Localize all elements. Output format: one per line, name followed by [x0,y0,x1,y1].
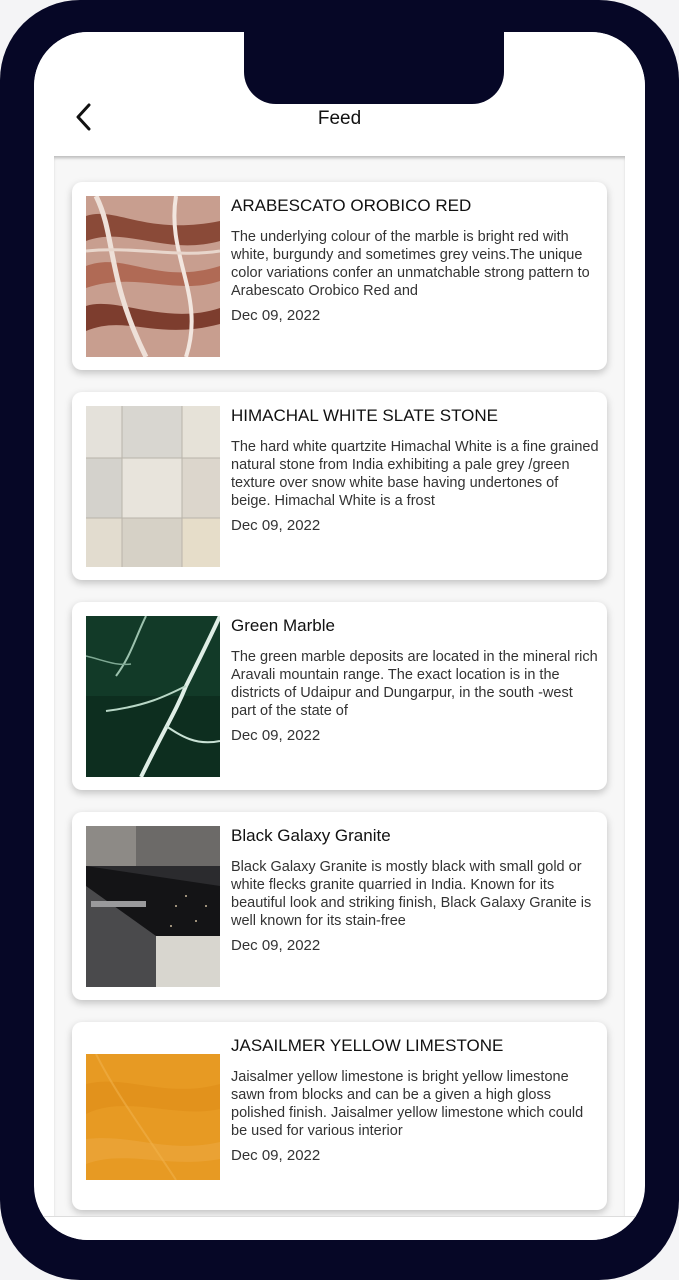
device-notch [244,32,504,104]
card-description: The green marble deposits are located in… [231,649,598,719]
card-title: HIMACHAL WHITE SLATE STONE [231,406,499,425]
card-title: JASAILMER YELLOW LIMESTONE [231,1036,504,1055]
card-description: Jaisalmer yellow limestone is bright yel… [231,1069,584,1139]
stone-image [86,826,220,987]
bottom-bar [34,1216,645,1240]
card-date: Dec 09, 2022 [231,727,321,744]
feed-card[interactable]: JASAILMER YELLOW LIMESTONE Jaisalmer yel… [72,1022,607,1210]
card-date: Dec 09, 2022 [231,1147,321,1164]
page-title: Feed [317,108,362,129]
stone-image [86,196,220,357]
stone-image [86,1054,220,1180]
card-title: ARABESCATO OROBICO RED [231,196,472,215]
card-description: Black Galaxy Granite is mostly black wit… [231,859,592,929]
card-title: Black Galaxy Granite [231,826,391,845]
feed-list[interactable]: ARABESCATO OROBICO RED The underlying co… [54,156,625,1216]
card-date: Dec 09, 2022 [231,937,321,954]
stone-image [86,406,220,567]
stone-image [86,616,220,777]
card-description: The underlying colour of the marble is b… [231,229,590,299]
feed-card[interactable]: Green Marble The green marble deposits a… [72,602,607,790]
phone-frame: Feed ARABESCATO OROBICO RED The underlyi… [0,0,679,1280]
feed-card[interactable]: HIMACHAL WHITE SLATE STONE The hard whit… [72,392,607,580]
feed-card[interactable]: ARABESCATO OROBICO RED The underlying co… [72,182,607,370]
feed-card[interactable]: Black Galaxy Granite Black Galaxy Granit… [72,812,607,1000]
card-date: Dec 09, 2022 [231,307,321,324]
card-description: The hard white quartzite Himachal White … [231,439,599,509]
card-title: Green Marble [231,616,335,635]
card-date: Dec 09, 2022 [231,517,321,534]
app-screen: Feed ARABESCATO OROBICO RED The underlyi… [34,32,645,1240]
